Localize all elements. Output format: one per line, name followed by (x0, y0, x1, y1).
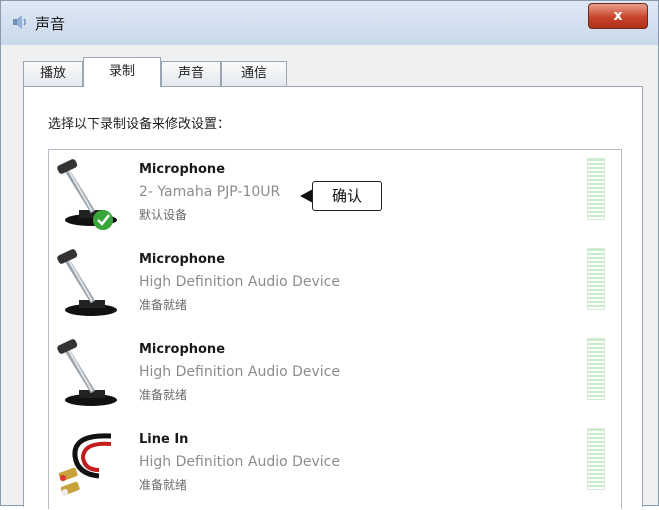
device-status: 准备就绪 (139, 298, 188, 312)
device-row-microphone-hd-1[interactable]: Microphone High Definition Audio Device … (49, 240, 621, 330)
device-status: 准备就绪 (139, 388, 188, 402)
annotation-callout: 确认 (300, 181, 382, 211)
speaker-icon (13, 15, 26, 29)
level-meter (587, 338, 605, 400)
level-meter (587, 248, 605, 310)
tab-playback[interactable]: 播放 (23, 61, 83, 86)
device-row-line-in[interactable]: Line In High Definition Audio Device 准备就… (49, 420, 621, 510)
instruction-text: 选择以下录制设备来修改设置： (48, 117, 231, 132)
device-status: 准备就绪 (139, 478, 188, 492)
line-in-cable-icon (58, 433, 112, 496)
tab-sounds[interactable]: 声音 (161, 61, 221, 86)
device-description: 2- Yamaha PJP-10UR (139, 184, 281, 200)
device-description: High Definition Audio Device (139, 274, 340, 290)
recording-panel: 选择以下录制设备来修改设置： Microphone 2- Yamaha PJP-… (23, 86, 643, 510)
window-title: 声音 (35, 15, 66, 33)
level-meter (587, 158, 605, 220)
device-description: High Definition Audio Device (139, 364, 340, 380)
microphone-icon (57, 159, 117, 230)
device-name: Microphone (139, 252, 226, 267)
level-meter (587, 428, 605, 490)
close-button[interactable]: x (588, 3, 648, 29)
annotation-label: 确认 (312, 181, 382, 211)
title-bar[interactable]: 声音 x (1, 1, 658, 45)
device-name: Microphone (139, 342, 226, 357)
device-description: High Definition Audio Device (139, 454, 340, 470)
sound-dialog: 声音 x 播放 录制 声音 通信 选择以下录制设备来修改设置： Micropho… (0, 0, 659, 510)
device-status: 默认设备 (139, 208, 188, 222)
device-row-microphone-hd-2[interactable]: Microphone High Definition Audio Device … (49, 330, 621, 420)
microphone-icon (57, 249, 117, 316)
microphone-icon (57, 339, 117, 406)
tab-recording[interactable]: 录制 (83, 57, 161, 87)
device-name: Microphone (139, 162, 226, 177)
tab-communications[interactable]: 通信 (221, 61, 287, 86)
device-name: Line In (139, 432, 189, 447)
